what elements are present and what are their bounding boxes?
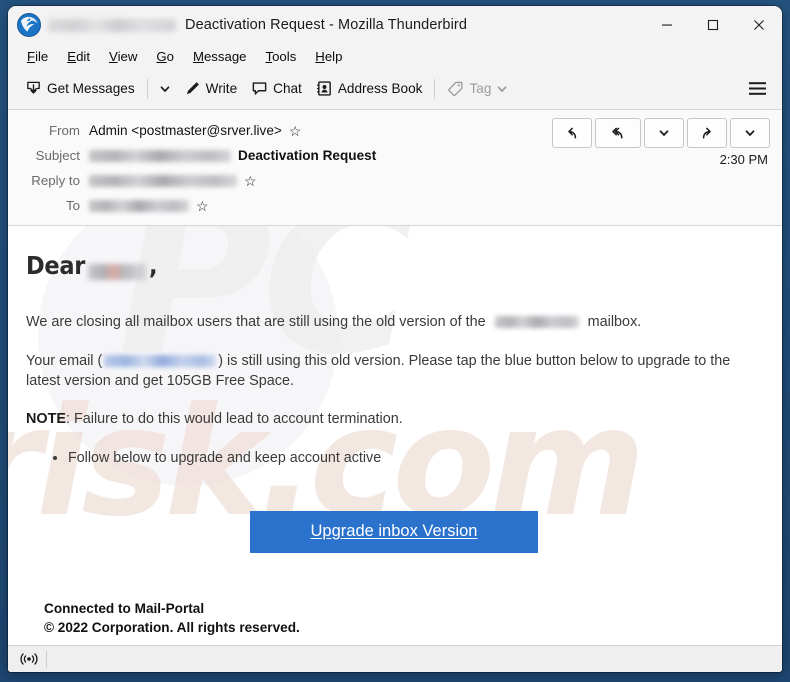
from-label: From: [48, 123, 80, 138]
maximize-button[interactable]: [690, 6, 736, 44]
main-toolbar: Get Messages Write Chat Address Book Tag: [8, 68, 782, 110]
reply-to-row: Reply to ☆: [8, 168, 782, 193]
tag-label: Tag: [469, 81, 492, 96]
thunderbird-window: Deactivation Request - Mozilla Thunderbi…: [8, 6, 782, 672]
address-book-button[interactable]: Address Book: [309, 74, 430, 104]
to-label: To: [65, 198, 80, 213]
get-messages-label: Get Messages: [47, 81, 135, 96]
paragraph-1-after: mailbox.: [587, 313, 642, 330]
broadcast-online-icon[interactable]: [16, 652, 42, 666]
greeting-blurred-name: [88, 263, 147, 280]
pencil-icon: [184, 80, 201, 97]
message-timestamp: 2:30 PM: [719, 152, 768, 167]
subject-value: Deactivation Request: [238, 148, 377, 163]
greeting-comma: ,: [149, 251, 158, 280]
toolbar-divider-1: [146, 78, 148, 99]
email-footer: Connected to Mail-Portal © 2022 Corporat…: [44, 599, 762, 638]
email-content: Dear , We are closing all mailbox users …: [8, 226, 782, 638]
subject-blurred-address: [89, 149, 231, 162]
upgrade-inbox-label: Upgrade inbox Version: [310, 521, 478, 540]
inbox-download-icon: [25, 80, 42, 97]
paragraph-1-blurred-domain: [494, 315, 579, 328]
reply-all-button[interactable]: [595, 118, 641, 148]
more-actions-dropdown[interactable]: [730, 118, 770, 148]
upgrade-inbox-button[interactable]: Upgrade inbox Version: [250, 510, 538, 553]
paragraph-2-blurred-email: [104, 355, 217, 368]
status-divider: [46, 650, 47, 668]
tag-chevron-down-icon[interactable]: [496, 83, 508, 95]
to-blurred-address: [89, 199, 189, 212]
address-book-icon: [316, 80, 333, 97]
chat-label: Chat: [273, 81, 302, 96]
reply-to-star-icon[interactable]: ☆: [244, 174, 257, 188]
menu-bar: File Edit View Go Message Tools Help: [8, 44, 782, 68]
from-value[interactable]: Admin <postmaster@srver.live>: [89, 123, 282, 138]
app-menu-button[interactable]: [742, 73, 772, 103]
menu-edit[interactable]: Edit: [58, 47, 99, 66]
minimize-button[interactable]: [644, 6, 690, 44]
thunderbird-logo-icon: [16, 12, 42, 38]
paragraph-1: We are closing all mailbox users that ar…: [26, 312, 762, 332]
menu-go[interactable]: Go: [147, 47, 183, 66]
paragraph-1-before: We are closing all mailbox users that ar…: [26, 313, 486, 330]
get-messages-dropdown[interactable]: [153, 74, 177, 104]
bullet-list: Follow below to upgrade and keep account…: [26, 448, 762, 468]
menu-message[interactable]: Message: [184, 47, 256, 66]
paragraph-2-before: Your email (: [26, 352, 103, 369]
paragraph-2: Your email () is still using this old ve…: [26, 351, 762, 392]
menu-help[interactable]: Help: [306, 47, 351, 66]
note-text: : Failure to do this would lead to accou…: [65, 410, 403, 427]
reply-button[interactable]: [552, 118, 592, 148]
note-label: NOTE: [26, 410, 66, 427]
address-book-label: Address Book: [337, 81, 423, 96]
cta-row: Upgrade inbox Version: [26, 510, 762, 553]
get-messages-button[interactable]: Get Messages: [18, 74, 142, 104]
reply-options-dropdown[interactable]: [644, 118, 684, 148]
close-button[interactable]: [736, 6, 782, 44]
menu-file[interactable]: File: [18, 47, 57, 66]
greeting-text: Dear: [26, 251, 86, 280]
tag-icon: [447, 80, 464, 97]
message-header: From Admin <postmaster@srver.live> ☆ Sub…: [8, 110, 782, 226]
subject-label: Subject: [35, 148, 80, 163]
chat-button[interactable]: Chat: [244, 74, 309, 104]
list-item: Follow below to upgrade and keep account…: [68, 448, 762, 468]
forward-button[interactable]: [687, 118, 727, 148]
message-action-buttons: [552, 118, 770, 148]
title-bar: Deactivation Request - Mozilla Thunderbi…: [8, 6, 782, 44]
menu-tools[interactable]: Tools: [257, 47, 306, 66]
to-star-icon[interactable]: ☆: [196, 199, 209, 213]
menu-view[interactable]: View: [100, 47, 146, 66]
footer-line-2: © 2022 Corporation. All rights reserved.: [44, 620, 300, 636]
reply-to-value-group: ☆: [89, 174, 257, 188]
desktop-background: Deactivation Request - Mozilla Thunderbi…: [0, 0, 790, 682]
from-value-group: Admin <postmaster@srver.live> ☆: [89, 123, 301, 138]
message-body-pane: PC risk.com Dear , We are closing all ma…: [8, 226, 782, 645]
write-label: Write: [205, 81, 238, 96]
toolbar-divider-2: [434, 78, 436, 99]
tag-button[interactable]: Tag: [440, 74, 515, 104]
title-blurred-address: [48, 18, 176, 32]
to-row: To ☆: [8, 193, 782, 218]
subject-value-group: Deactivation Request: [89, 148, 376, 163]
status-bar: [8, 645, 782, 672]
write-button[interactable]: Write: [177, 74, 244, 104]
footer-line-1: Connected to Mail-Portal: [44, 600, 205, 616]
window-controls: [644, 6, 782, 44]
to-value-group: ☆: [89, 199, 209, 213]
reply-to-blurred-address: [89, 174, 237, 187]
window-title: Deactivation Request - Mozilla Thunderbi…: [185, 17, 467, 33]
from-star-icon[interactable]: ☆: [289, 124, 302, 138]
chat-bubble-icon: [251, 80, 268, 97]
reply-to-label: Reply to: [31, 173, 80, 188]
greeting-line: Dear ,: [26, 248, 762, 284]
note-line: NOTE: Failure to do this would lead to a…: [26, 409, 762, 429]
